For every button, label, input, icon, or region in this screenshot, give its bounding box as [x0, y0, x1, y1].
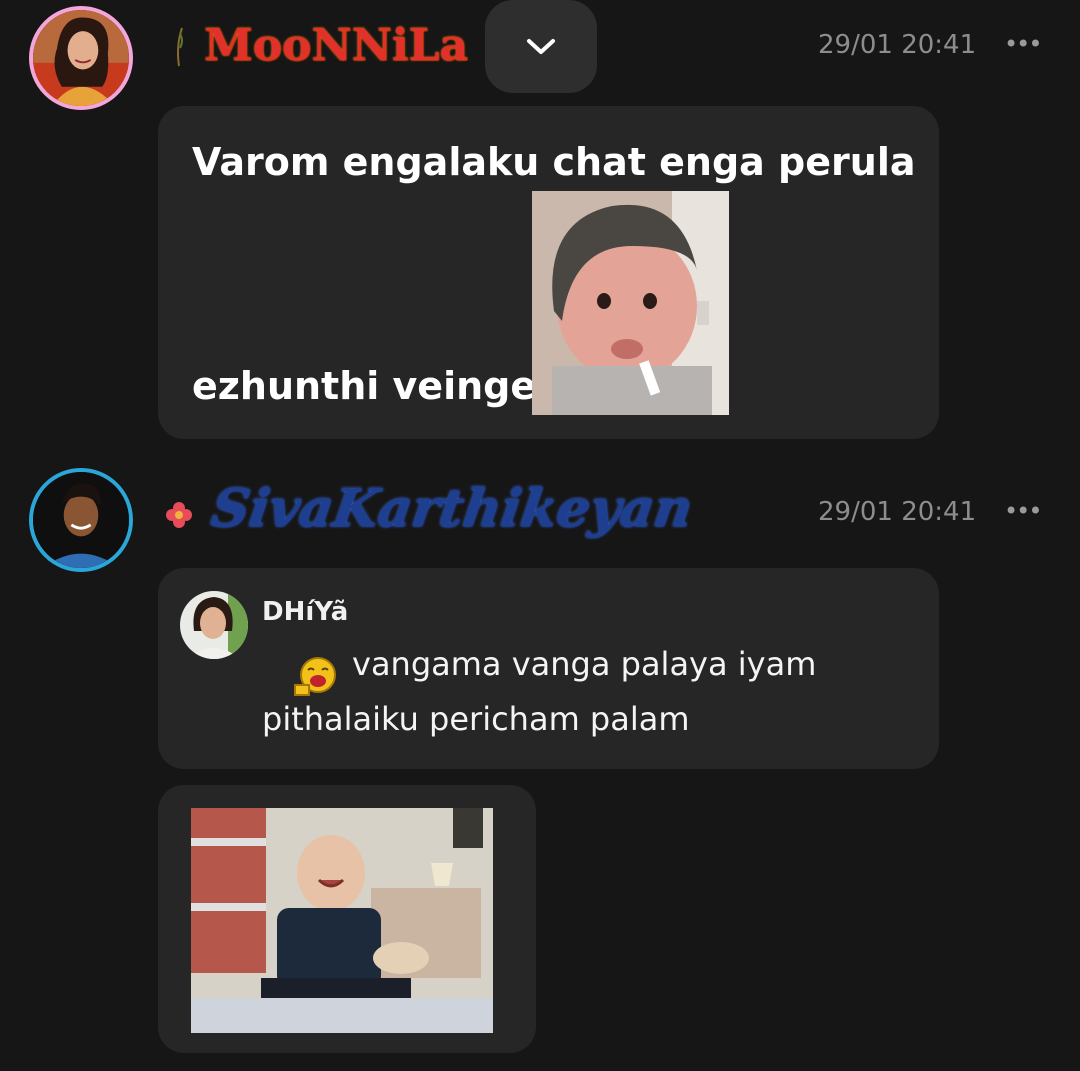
message-timestamp: 29/01 20:41	[818, 497, 977, 527]
feather-icon	[177, 27, 183, 67]
reply-avatar[interactable]	[180, 591, 248, 659]
message-text-line: ezhunthi veinge	[192, 364, 537, 408]
baby-beanie-gif[interactable]	[532, 191, 729, 415]
laughing-baby-gif[interactable]	[191, 808, 493, 1033]
gif-image	[532, 191, 729, 415]
message-timestamp: 29/01 20:41	[818, 30, 977, 60]
sender-avatar-moonnila[interactable]	[29, 6, 133, 110]
avatar-image	[33, 10, 129, 106]
more-options-icon[interactable]: •••	[1004, 30, 1042, 58]
laughing-emoji-icon	[294, 657, 336, 696]
avatar-image	[180, 591, 248, 659]
message-text-line: Varom engalaku chat enga perula	[192, 140, 916, 184]
more-options-icon[interactable]: •••	[1004, 497, 1042, 525]
reply-text-line: vangama vanga palaya iyam	[352, 645, 817, 683]
reply-sender-name: DHíYã	[262, 597, 349, 627]
reply-text-line: pithalaiku pericham palam	[262, 700, 690, 738]
sender-name[interactable]: SivaKarthikeyan	[208, 478, 696, 539]
flower-icon	[166, 502, 192, 528]
gif-image	[191, 808, 493, 1033]
avatar-image	[33, 472, 129, 568]
sender-name[interactable]: MooNNiLa	[204, 20, 468, 71]
sender-avatar-sivakarthikeyan[interactable]	[29, 468, 133, 572]
scroll-down-button[interactable]	[485, 0, 597, 93]
chevron-down-icon	[527, 38, 555, 54]
